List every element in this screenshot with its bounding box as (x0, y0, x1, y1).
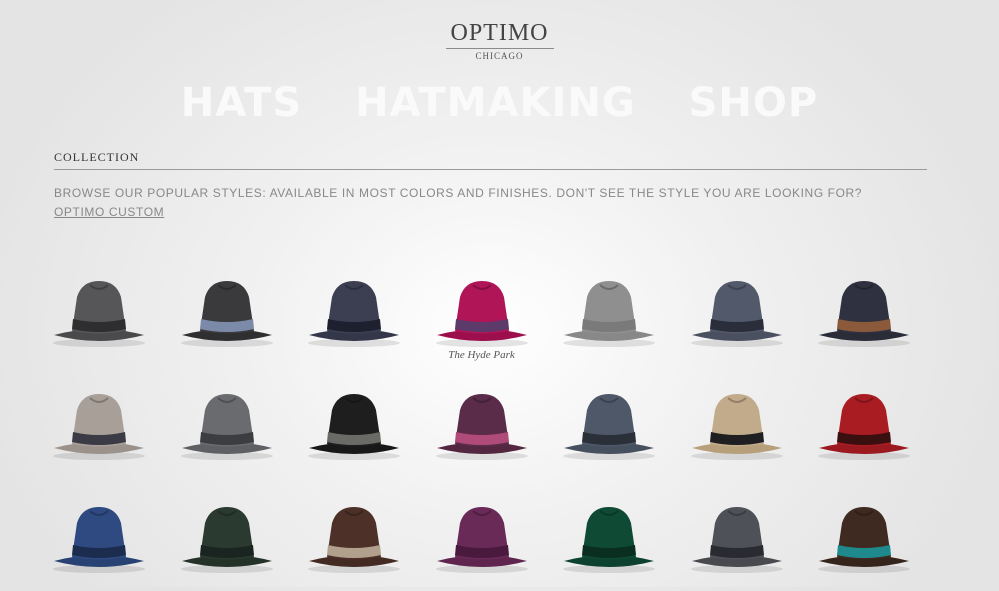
hat-tile[interactable] (44, 481, 154, 591)
main-nav: HATS HATMAKING SHOP (0, 80, 999, 126)
hat-tile[interactable] (554, 481, 664, 591)
hat-tile[interactable] (299, 255, 409, 365)
hat-tile[interactable] (172, 481, 282, 591)
hat-tile[interactable] (172, 255, 282, 365)
hat-icon (308, 394, 400, 460)
nav-shop[interactable]: SHOP (689, 80, 819, 126)
hat-icon (53, 507, 145, 573)
hat-tile[interactable] (172, 368, 282, 478)
hat-icon (180, 281, 273, 347)
hat-icon (308, 281, 400, 347)
hat-tile[interactable] (682, 368, 792, 478)
hat-tile[interactable] (299, 481, 409, 591)
section-divider (54, 169, 927, 170)
hat-tile[interactable] (554, 368, 664, 478)
hat-tile[interactable] (44, 368, 154, 478)
hat-icon (690, 281, 783, 347)
intro-text: BROWSE OUR POPULAR STYLES: AVAILABLE IN … (54, 186, 863, 200)
hat-icon (818, 281, 910, 347)
nav-hatmaking[interactable]: HATMAKING (355, 80, 636, 126)
hat-icon (690, 507, 783, 573)
hat-icon (180, 507, 273, 573)
nav-hats[interactable]: HATS (181, 80, 302, 126)
hat-icon (180, 394, 273, 460)
optimo-custom-link[interactable]: OPTIMO CUSTOM (54, 205, 164, 219)
hat-tile[interactable] (809, 481, 919, 591)
hat-icon (435, 394, 528, 460)
hat-tile[interactable] (427, 368, 537, 478)
hat-tile[interactable] (554, 255, 664, 365)
collection-intro: BROWSE OUR POPULAR STYLES: AVAILABLE IN … (54, 184, 914, 222)
brand-name: OPTIMO (450, 20, 549, 46)
hat-icon (818, 507, 910, 573)
hat-tile[interactable]: The Hyde Park (427, 255, 537, 365)
hat-icon (435, 507, 528, 573)
hat-tile[interactable] (427, 481, 537, 591)
hat-icon (818, 394, 910, 460)
hat-tile[interactable] (809, 368, 919, 478)
hat-icon (690, 394, 783, 460)
hat-tile[interactable] (682, 481, 792, 591)
hat-tile[interactable] (682, 255, 792, 365)
brand-sub: CHICAGO (475, 51, 524, 61)
hat-icon (435, 281, 528, 347)
hat-tile[interactable] (44, 255, 154, 365)
hat-icon (563, 507, 655, 573)
hat-caption: The Hyde Park (448, 349, 515, 361)
hat-icon (53, 394, 145, 460)
hat-icon (563, 394, 655, 460)
hat-tile[interactable] (299, 368, 409, 478)
logo-divider (445, 48, 554, 49)
hat-icon (563, 281, 655, 347)
brand-logo[interactable]: OPTIMO CHICAGO (0, 20, 999, 61)
hat-icon (308, 507, 400, 573)
hat-icon (53, 281, 145, 347)
section-title: COLLECTION (54, 150, 140, 164)
hat-tile[interactable] (809, 255, 919, 365)
